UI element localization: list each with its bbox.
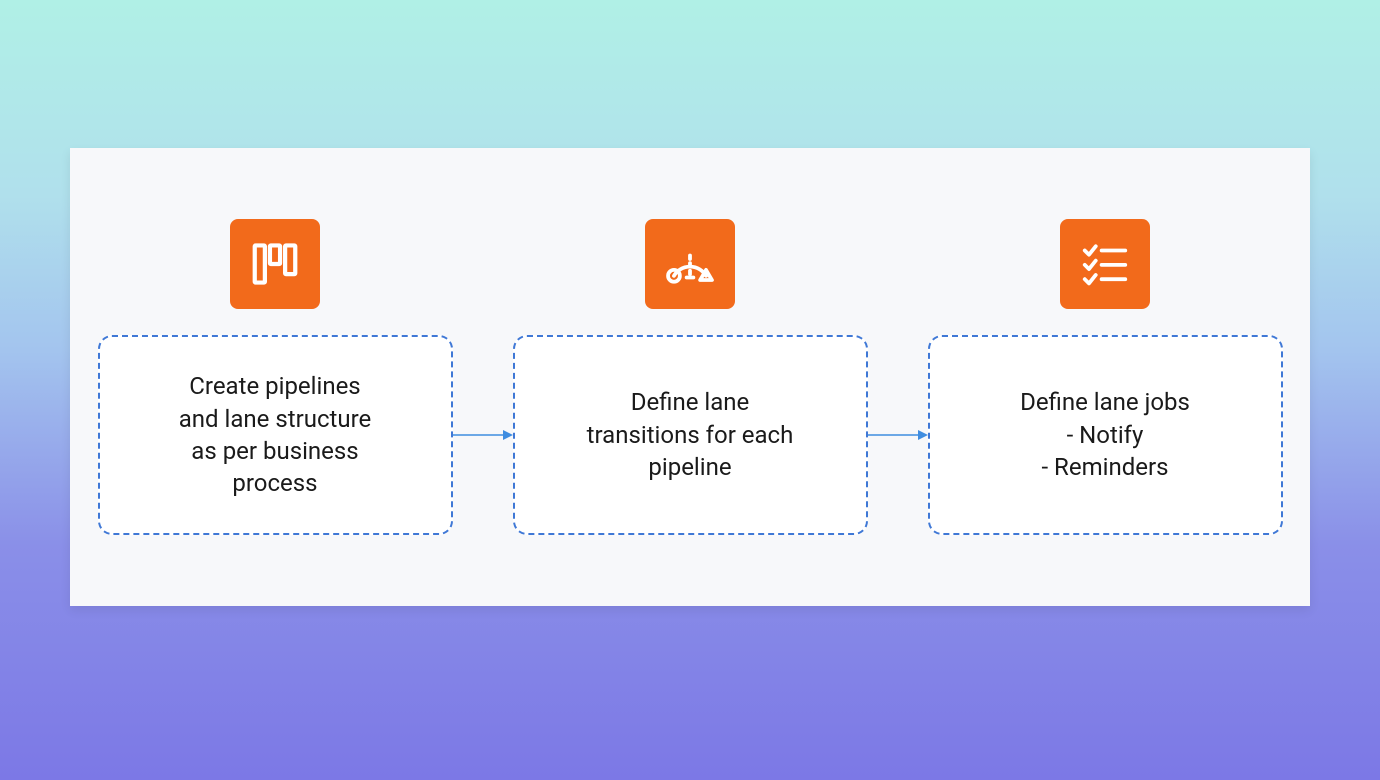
step-1-card: Create pipelines and lane structure as p… [98, 335, 453, 535]
step-1: Create pipelines and lane structure as p… [98, 219, 453, 535]
step-2: Define lane transitions for each pipelin… [513, 219, 868, 535]
arrow-1 [453, 428, 513, 442]
step-3: Define lane jobs - Notify - Reminders [928, 219, 1283, 535]
step-2-text: Define lane transitions for each pipelin… [587, 386, 794, 483]
step-1-text: Create pipelines and lane structure as p… [179, 370, 372, 500]
arrow-2 [868, 428, 928, 442]
step-3-text: Define lane jobs - Notify - Reminders [1020, 386, 1190, 483]
arrow-right-icon [453, 428, 513, 442]
checklist-icon [1060, 219, 1150, 309]
step-2-card: Define lane transitions for each pipelin… [513, 335, 868, 535]
step-3-card: Define lane jobs - Notify - Reminders [928, 335, 1283, 535]
kanban-board-icon [230, 219, 320, 309]
state-transition-icon [645, 219, 735, 309]
diagram-panel: Create pipelines and lane structure as p… [70, 148, 1310, 606]
arrow-right-icon [868, 428, 928, 442]
diagram-row: Create pipelines and lane structure as p… [94, 219, 1286, 535]
